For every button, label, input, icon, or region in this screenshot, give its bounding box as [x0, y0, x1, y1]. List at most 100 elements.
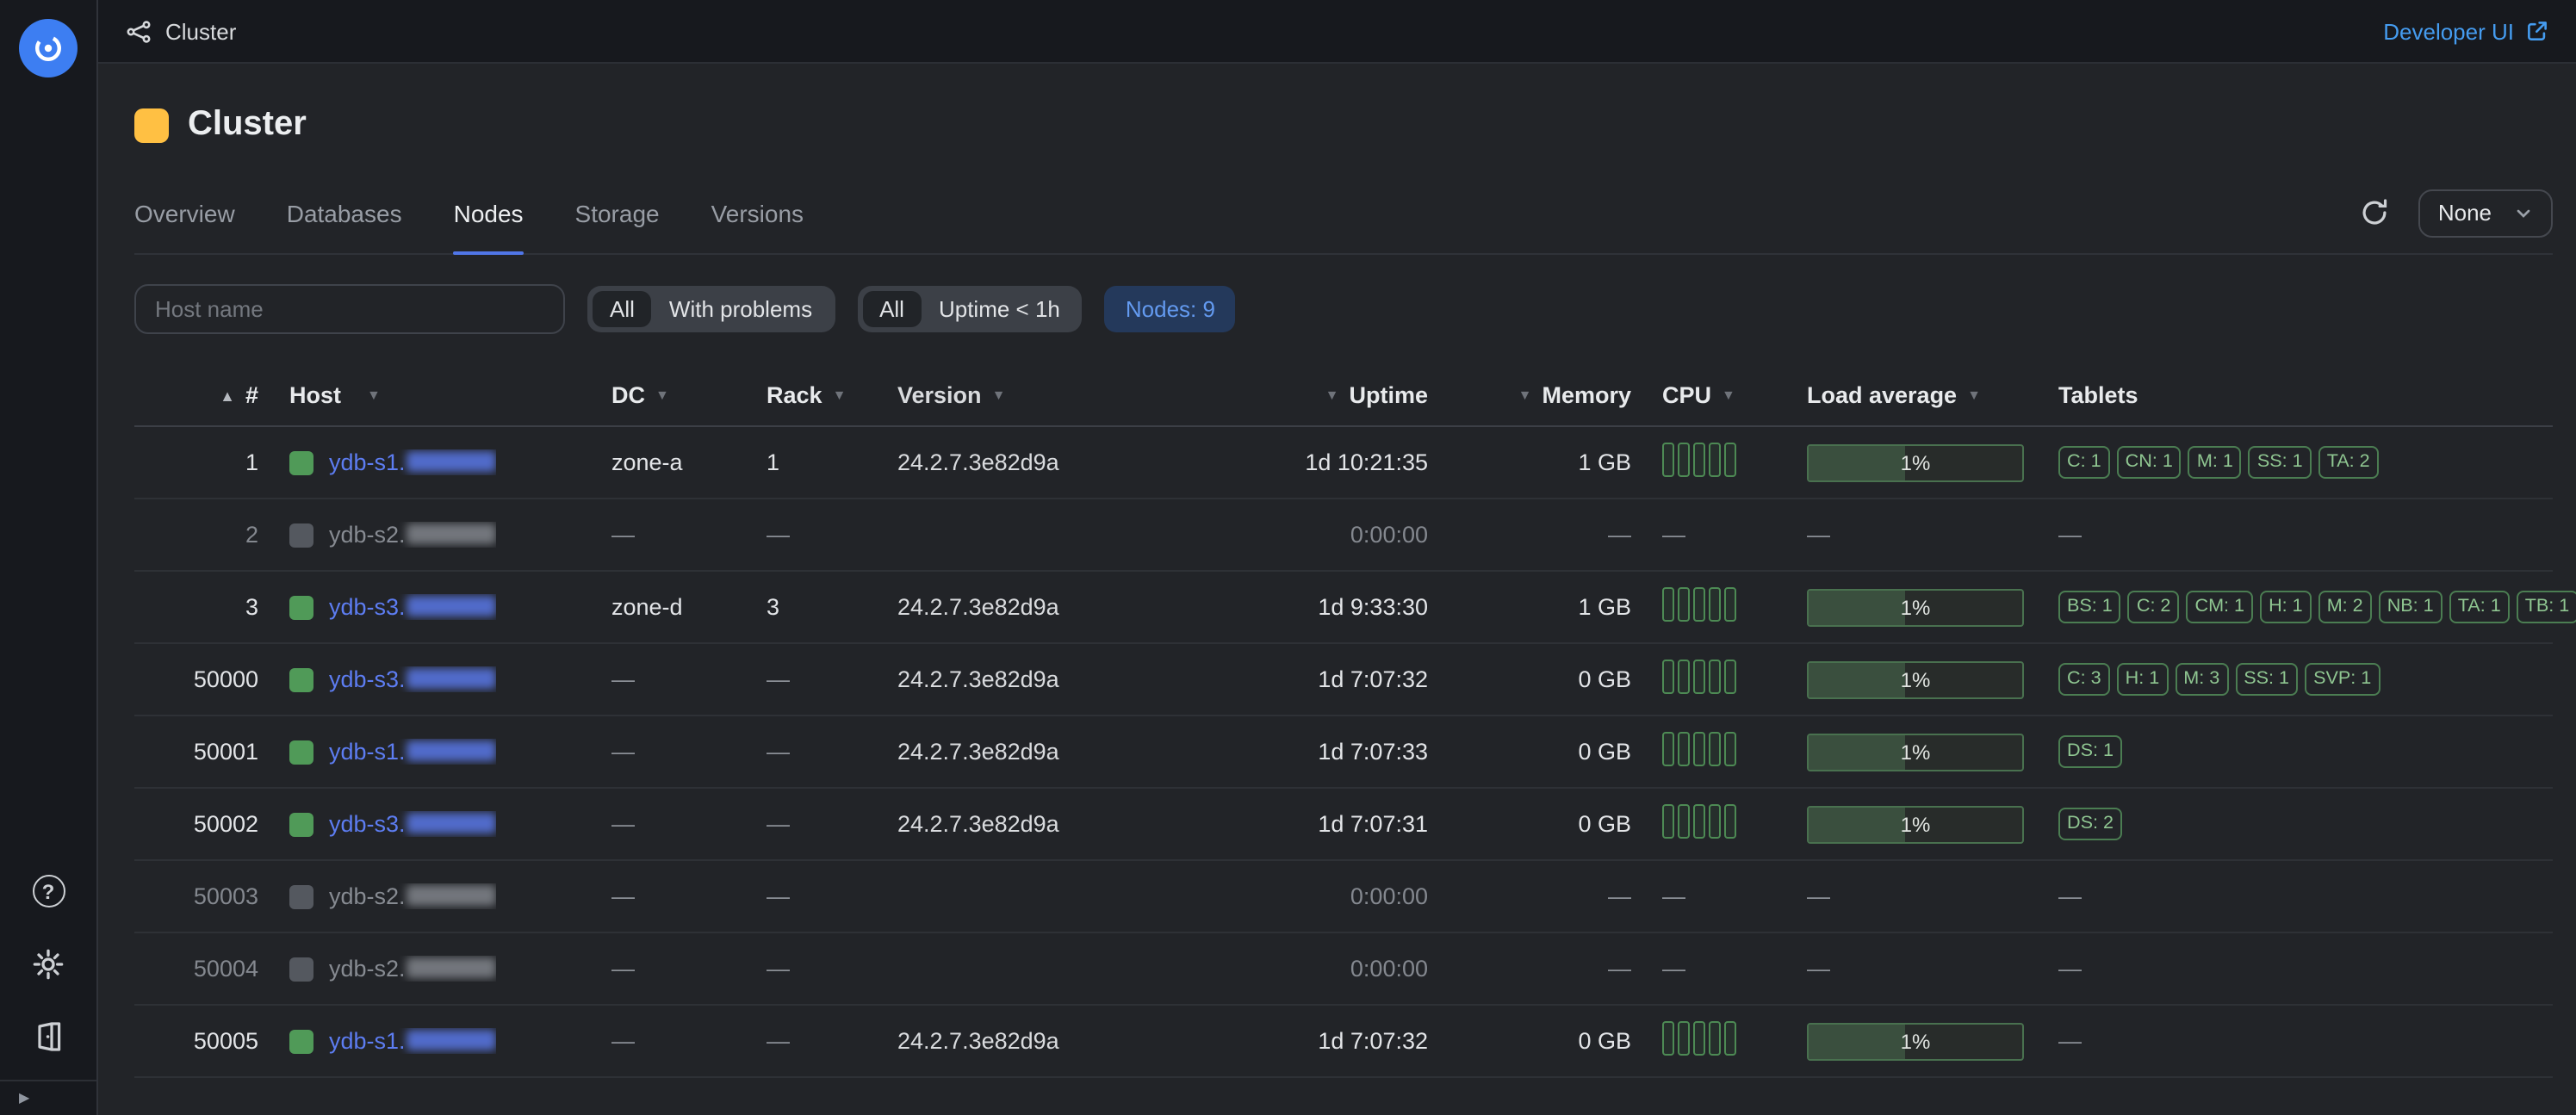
uptime-filter-option-uptime-1h[interactable]: Uptime < 1h [922, 291, 1077, 327]
memory-cell: 0 GB [1428, 739, 1631, 765]
host-link[interactable]: ydb-s1. [329, 449, 497, 475]
developer-ui-link[interactable]: Developer UI [2383, 18, 2548, 44]
host-link[interactable]: ydb-s1. [329, 739, 497, 765]
load-average-bar: 1% [1807, 443, 2024, 481]
tablets-cell: DS: 2 [2041, 808, 2552, 840]
cpu-core-bar [1693, 1021, 1705, 1056]
table-body: 1ydb-s1.zone-a124.2.7.3e82d9a1d 10:21:35… [134, 427, 2552, 1078]
host-link[interactable]: ydb-s1. [329, 1028, 497, 1054]
table-row: 2ydb-s2.——0:00:00———— [134, 499, 2552, 572]
rack-cell: — [767, 883, 897, 909]
top-bar: Cluster Developer UI [98, 0, 2576, 64]
load-value: 1% [1809, 734, 2022, 769]
host-link: ydb-s2. [329, 956, 497, 982]
load-cell: 1% [1797, 660, 2041, 698]
cluster-nodes-icon [126, 18, 152, 44]
tablet-badge: M: 2 [2318, 591, 2372, 623]
uptime-cell: 0:00:00 [1276, 522, 1428, 548]
dc-cell: zone-d [611, 594, 767, 620]
column-label: Version [897, 382, 982, 408]
column-header-cpu[interactable]: CPU▼ [1631, 382, 1797, 408]
column-header-host[interactable]: Host▼ [258, 382, 611, 408]
uptime-cell: 0:00:00 [1276, 956, 1428, 982]
tablet-badge: TA: 2 [2318, 446, 2379, 479]
help-icon[interactable]: ? [29, 872, 67, 910]
uptime-filter-option-all[interactable]: All [862, 291, 922, 327]
cpu-bars [1662, 804, 1736, 839]
host-cell: ydb-s2. [258, 883, 611, 909]
cpu-core-bar [1678, 443, 1690, 477]
load-average-bar: 1% [1807, 1022, 2024, 1060]
load-cell: 1% [1797, 443, 2041, 481]
tablets-cell: DS: 1 [2041, 735, 2552, 768]
tablet-badge: CM: 1 [2186, 591, 2253, 623]
tablets-cell: BS: 1C: 2CM: 1H: 1M: 2NB: 1TA: 1TB: 1 [2041, 591, 2576, 623]
tablets-cell: — [2041, 522, 2552, 548]
cpu-core-bar [1662, 660, 1674, 694]
uptime-cell: 1d 7:07:33 [1276, 739, 1428, 765]
tablets-cell: — [2041, 1028, 2552, 1054]
host-redacted [407, 885, 497, 906]
dc-cell: — [611, 739, 767, 765]
column-header--[interactable]: ▲# [134, 382, 258, 408]
refresh-button[interactable] [2354, 192, 2395, 233]
cpu-core-bar [1709, 587, 1721, 622]
problems-filter: AllWith problems [587, 286, 835, 332]
column-header-memory[interactable]: ▼Memory [1428, 382, 1631, 408]
load-cell: — [1797, 883, 2041, 909]
table-header: ▲#Host▼DC▼Rack▼Version▼▼Uptime▼MemoryCPU… [134, 365, 2552, 427]
host-redacted [407, 451, 497, 472]
door-open-icon [33, 1020, 64, 1051]
autorefresh-select[interactable]: None [2419, 189, 2552, 237]
tab-nodes[interactable]: Nodes [454, 172, 524, 253]
page-title: Cluster [134, 105, 2552, 145]
host-link[interactable]: ydb-s3. [329, 811, 497, 837]
column-label: Memory [1542, 382, 1631, 408]
column-header-load-average[interactable]: Load average▼ [1797, 382, 2041, 408]
uptime-cell: 1d 7:07:32 [1276, 1028, 1428, 1054]
cpu-core-bar [1693, 587, 1705, 622]
table-row: 50001ydb-s1.——24.2.7.3e82d9a1d 7:07:330 … [134, 716, 2552, 789]
memory-cell: 1 GB [1428, 449, 1631, 475]
memory-cell: 0 GB [1428, 811, 1631, 837]
tab-overview[interactable]: Overview [134, 172, 235, 253]
load-average-bar: 1% [1807, 588, 2024, 626]
ydb-logo[interactable] [19, 19, 78, 77]
column-header-version[interactable]: Version▼ [897, 382, 1276, 408]
sort-icon: ▼ [1325, 387, 1339, 403]
rack-cell: 1 [767, 449, 897, 475]
host-link[interactable]: ydb-s3. [329, 594, 497, 620]
cpu-core-bar [1724, 587, 1736, 622]
load-value: 1% [1809, 662, 2022, 697]
column-header-tablets[interactable]: Tablets [2041, 382, 2552, 408]
breadcrumb[interactable]: Cluster [126, 18, 236, 44]
column-header-dc[interactable]: DC▼ [611, 382, 767, 408]
tablet-badge: SVP: 1 [2305, 663, 2380, 696]
host-cell: ydb-s2. [258, 956, 611, 982]
problems-filter-option-all[interactable]: All [593, 291, 652, 327]
host-link[interactable]: ydb-s3. [329, 666, 497, 692]
tab-versions[interactable]: Versions [711, 172, 804, 253]
tab-databases[interactable]: Databases [287, 172, 402, 253]
table-row: 3ydb-s3.zone-d324.2.7.3e82d9a1d 9:33:301… [134, 572, 2552, 644]
column-header-rack[interactable]: Rack▼ [767, 382, 897, 408]
exit-door-icon[interactable] [29, 1017, 67, 1055]
host-redacted [407, 1030, 497, 1050]
tab-storage[interactable]: Storage [575, 172, 660, 253]
column-header-uptime[interactable]: ▼Uptime [1276, 382, 1428, 408]
tablet-badge: SS: 1 [2235, 663, 2298, 696]
host-name-input[interactable] [134, 284, 565, 334]
host-cell: ydb-s2. [258, 522, 611, 548]
settings-gear-icon[interactable] [29, 945, 67, 982]
host-cell: ydb-s1. [258, 739, 611, 765]
version-cell: 24.2.7.3e82d9a [897, 666, 1276, 692]
problems-filter-option-with-problems[interactable]: With problems [652, 291, 829, 327]
tablets-cell: — [2041, 883, 2552, 909]
cpu-core-bar [1709, 1021, 1721, 1056]
cpu-core-bar [1678, 804, 1690, 839]
host-redacted [407, 596, 497, 616]
status-green-icon [289, 450, 313, 474]
autorefresh-value: None [2438, 200, 2492, 226]
dc-cell: — [611, 883, 767, 909]
sidebar-expand-icon[interactable]: ▶ [19, 1090, 29, 1106]
